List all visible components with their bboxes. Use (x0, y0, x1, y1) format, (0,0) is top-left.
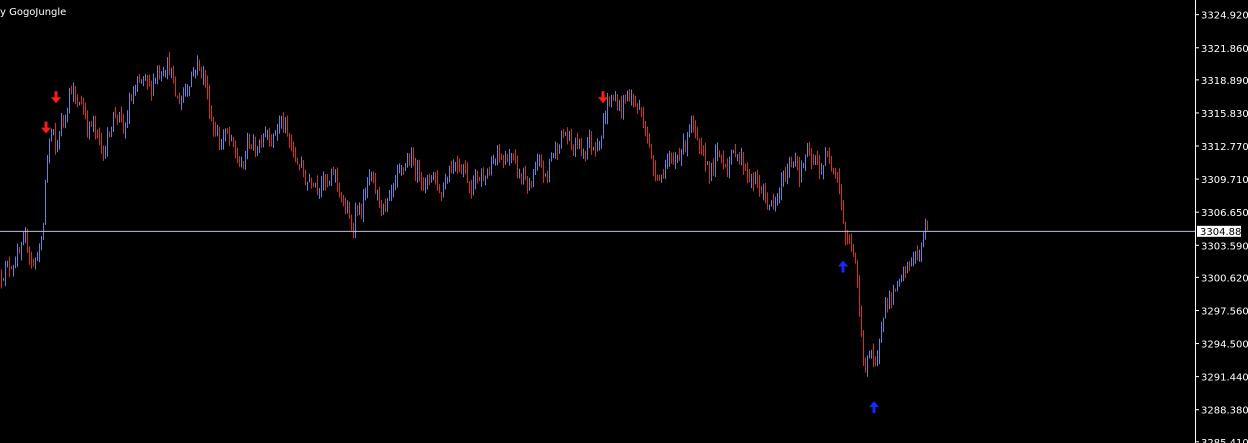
y-tick-label: 3315.830 (1201, 109, 1248, 120)
y-tick-label: 3288.380 (1201, 406, 1248, 417)
current-price-label: 3304.880 (1200, 227, 1248, 238)
brand-label: y GogoJungle (0, 7, 66, 18)
y-tick-label: 3318.890 (1201, 76, 1248, 87)
y-tick-label: 3312.770 (1201, 142, 1248, 153)
y-tick-label: 3306.650 (1201, 208, 1248, 219)
current-price-tag: 3304.880 (1197, 225, 1248, 238)
chart-background (0, 0, 1248, 443)
y-tick-label: 3321.860 (1201, 44, 1248, 55)
y-tick-label: 3285.410 (1201, 438, 1248, 443)
y-tick-label: 3291.440 (1201, 373, 1248, 384)
y-tick-label: 3297.560 (1201, 306, 1248, 317)
y-tick-label: 3324.920 (1201, 11, 1248, 22)
price-chart[interactable]: 3324.920 3321.860 3318.890 3315.830 3312.770… (0, 0, 1248, 443)
y-tick-label: 3300.620 (1201, 273, 1248, 284)
y-tick-label: 3309.710 (1201, 175, 1248, 186)
y-tick-label: 3303.590 (1201, 241, 1248, 252)
y-tick-label: 3294.500 (1201, 340, 1248, 351)
